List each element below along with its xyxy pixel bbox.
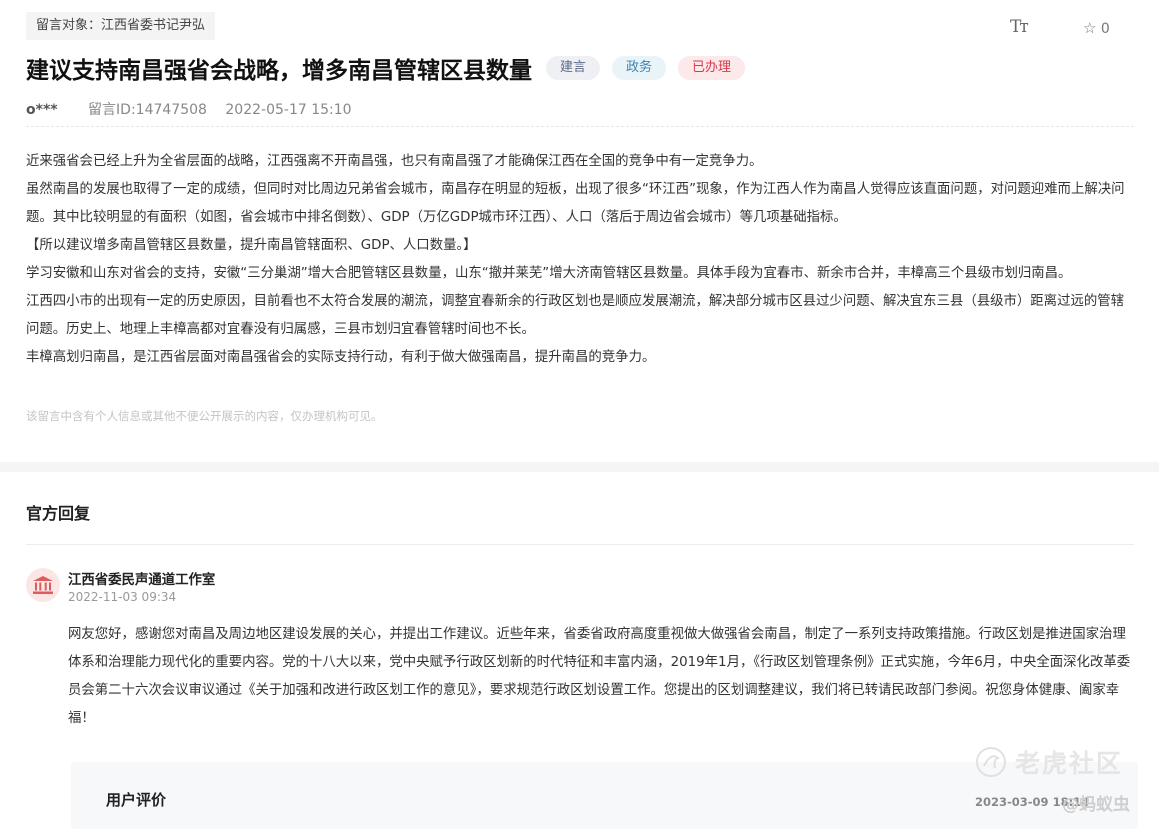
privacy-hint: 该留言中含有个人信息或其他不便公开展示的内容，仅办理机构可见。 <box>26 409 383 423</box>
tag-status-done: 已办理 <box>678 56 746 80</box>
message-paragraph: 丰樟高划归南昌，是江西省层面对南昌强省会的实际支持行动，有利于做大做强南昌，提升… <box>26 350 656 365</box>
message-paragraph: 虽然南昌的发展也取得了一定的成绩，但同时对比周边兄弟省会城市，南昌存在明显的短板… <box>26 182 1125 225</box>
official-reply-heading: 官方回复 <box>26 504 91 523</box>
tag-advice: 建言 <box>546 56 601 80</box>
watermark: 老虎社区 <box>975 744 1123 780</box>
tag-government: 政务 <box>612 56 667 80</box>
message-paragraph: 江西四小市的出现有一定的历史原因，目前看也不太符合发展的潮流，调整宜春新余的行政… <box>26 294 1125 337</box>
message-meta: o*** 留言ID:14747508 2022-05-17 15:10 <box>26 99 352 119</box>
tiger-logo-icon <box>976 747 1006 777</box>
section-gap <box>0 462 1159 472</box>
reply-text: 网友您好，感谢您对南昌及周边地区建设发展的关心，并提出工作建议。近些年来，省委省… <box>68 627 1131 726</box>
department-avatar <box>26 568 60 602</box>
message-id: 留言ID:14747508 <box>88 102 207 118</box>
message-card: 留言对象：江西省委书记尹弘 Tт ☆ 0 建议支持南昌强省会战略，增多南昌管辖区… <box>0 0 1159 462</box>
evaluation-label: 用户评价 <box>106 791 167 809</box>
message-paragraph: 近来强省会已经上升为全省层面的战略，江西强离不开南昌强，也只有南昌强了才能确保江… <box>26 154 763 169</box>
font-size-icon[interactable]: Tт <box>1010 17 1029 37</box>
author-name: o*** <box>26 102 58 118</box>
message-paragraph: 【所以建议增多南昌管辖区县数量，提升南昌管辖面积、GDP、人口数量。】 <box>26 238 477 253</box>
watermark-subtitle: @蚂蚁虫 <box>1062 795 1130 815</box>
message-paragraph: 学习安徽和山东对省会的支持，安徽“三分巢湖”增大合肥管辖区县数量，山东“撤并莱芜… <box>26 266 1072 281</box>
government-building-icon <box>33 576 53 594</box>
favorite-count: 0 <box>1100 21 1110 37</box>
message-target-chip[interactable]: 留言对象：江西省委书记尹弘 <box>26 12 216 40</box>
message-datetime: 2022-05-17 15:10 <box>225 102 352 118</box>
star-icon: ☆ <box>1083 19 1097 37</box>
message-title: 建议支持南昌强省会战略，增多南昌管辖区县数量 <box>26 58 532 84</box>
title-row: 建议支持南昌强省会战略，增多南昌管辖区县数量 建言 政务 已办理 <box>26 52 746 84</box>
font-size-label: Tт <box>1010 17 1029 37</box>
favorite-button[interactable]: ☆ 0 <box>1083 19 1110 37</box>
divider <box>26 544 1134 545</box>
reply-datetime: 2022-11-03 09:34 <box>68 590 177 604</box>
divider <box>26 126 1134 127</box>
watermark-title: 老虎社区 <box>1015 749 1124 778</box>
message-body: 近来强省会已经上升为全省层面的战略，江西强离不开南昌强，也只有南昌强了才能确保江… <box>26 148 1136 372</box>
reply-department: 江西省委民声通道工作室 <box>68 573 216 588</box>
